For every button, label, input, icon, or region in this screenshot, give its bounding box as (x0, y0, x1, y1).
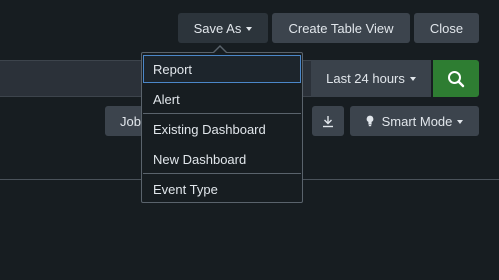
menu-item-label: Report (153, 61, 193, 77)
chevron-down-icon (457, 119, 464, 124)
search-icon (447, 70, 465, 88)
search-mode-button[interactable]: Smart Mode (350, 106, 479, 136)
chevron-down-icon (246, 26, 253, 31)
menu-item-label: New Dashboard (153, 151, 247, 167)
menu-item-label: Alert (153, 91, 180, 107)
create-table-view-label: Create Table View (288, 20, 394, 36)
close-label: Close (429, 20, 464, 36)
search-page: Save As Create Table View Close Last 24 … (0, 0, 499, 280)
menu-item-alert[interactable]: Alert (143, 85, 301, 113)
menu-separator (143, 113, 301, 114)
dropdown-pointer-fill (213, 47, 227, 54)
job-label: Job (120, 113, 141, 129)
menu-separator (143, 173, 301, 174)
save-as-button[interactable]: Save As (178, 13, 268, 43)
export-button[interactable] (312, 106, 344, 136)
download-icon (322, 115, 334, 128)
chevron-down-icon (409, 77, 416, 81)
save-as-menu: Report Alert Existing Dashboard New Dash… (141, 52, 303, 203)
menu-item-label: Event Type (153, 181, 218, 197)
menu-item-new-dashboard[interactable]: New Dashboard (143, 145, 301, 173)
lightbulb-icon (366, 115, 374, 127)
save-as-label: Save As (193, 20, 242, 36)
time-range-label: Last 24 hours (326, 71, 405, 86)
smart-mode-label: Smart Mode (381, 113, 453, 129)
menu-item-report[interactable]: Report (143, 55, 301, 83)
menu-item-event-type[interactable]: Event Type (143, 175, 301, 203)
close-button[interactable]: Close (414, 13, 479, 43)
menu-item-label: Existing Dashboard (153, 121, 266, 137)
search-button[interactable] (433, 60, 479, 97)
create-table-view-button[interactable]: Create Table View (272, 13, 410, 43)
time-range-picker[interactable]: Last 24 hours (311, 60, 431, 97)
menu-item-existing-dashboard[interactable]: Existing Dashboard (143, 115, 301, 143)
